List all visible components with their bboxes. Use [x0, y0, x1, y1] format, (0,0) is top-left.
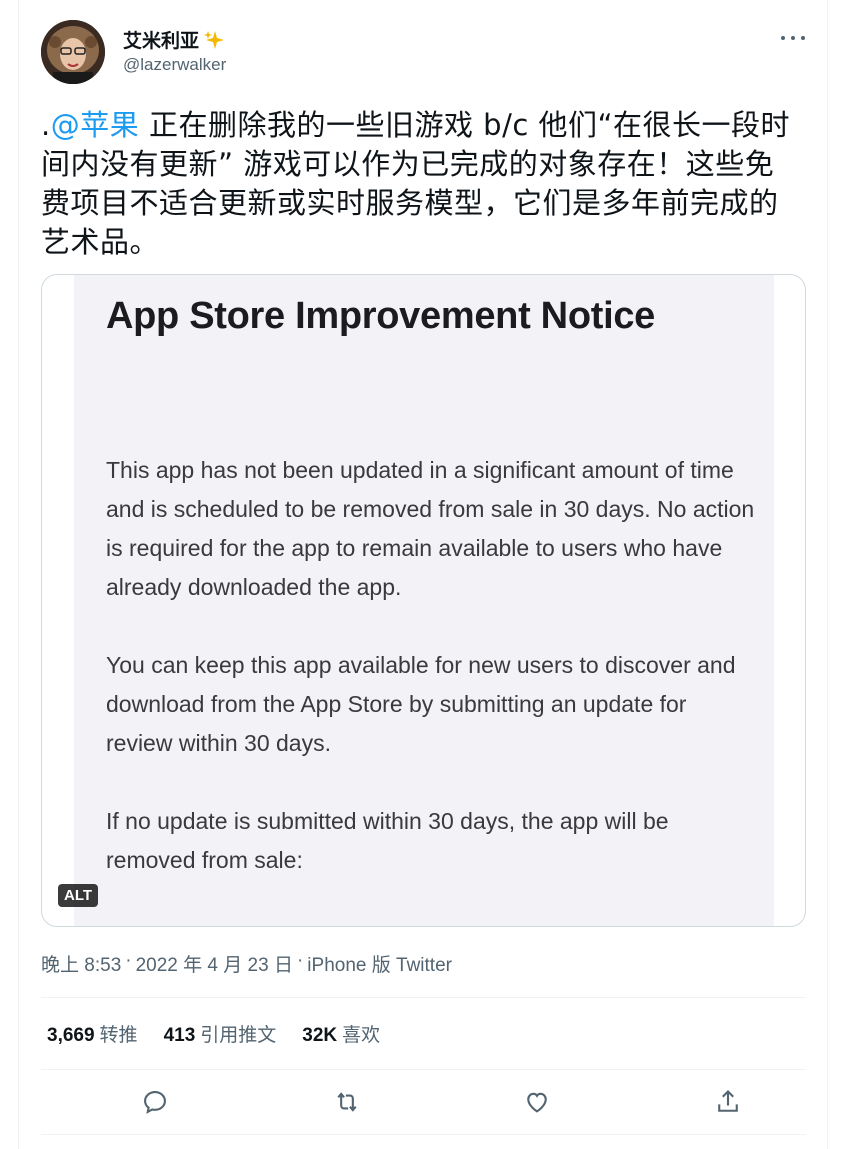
notice-screenshot: App Store Improvement Notice This app ha… — [74, 275, 774, 926]
heart-icon[interactable] — [520, 1085, 554, 1119]
stat-label: 引用推文 — [200, 1025, 277, 1046]
tweet-stats: 3,669 转推 413 引用推文 32K 喜欢 — [47, 1020, 380, 1047]
mention-link[interactable]: @苹果 — [51, 108, 140, 142]
display-name[interactable]: 艾米利亚 — [123, 26, 199, 53]
tweet-card: 艾米利亚 @lazerwalker .@苹果 正在删除我的一些旧游戏 b/c 他… — [18, 0, 828, 1149]
action-bar — [41, 1085, 806, 1119]
notice-paragraph: You can keep this app available for new … — [106, 652, 736, 756]
sparkle-icon — [203, 29, 225, 51]
more-icon[interactable] — [781, 28, 805, 48]
tweet-source[interactable]: iPhone 版 Twitter — [307, 950, 452, 977]
retweet-icon[interactable] — [330, 1085, 364, 1119]
author-name-row[interactable]: 艾米利亚 — [123, 26, 225, 53]
stat-count: 3,669 — [47, 1025, 95, 1046]
quote-count[interactable]: 413 引用推文 — [164, 1020, 277, 1047]
notice-body: This app has not been updated in a signi… — [106, 451, 756, 919]
tweet-time[interactable]: 晚上 8:53 — [41, 950, 121, 977]
tweet-text: .@苹果 正在删除我的一些旧游戏 b/c 他们“在很长一段时间内没有更新” 游戏… — [41, 106, 801, 262]
divider — [41, 1069, 806, 1070]
meta-separator: · — [125, 950, 132, 971]
tweet-body: 正在删除我的一些旧游戏 b/c 他们“在很长一段时间内没有更新” 游戏可以作为已… — [41, 108, 791, 259]
notice-paragraph: If no update is submitted within 30 days… — [106, 808, 669, 873]
like-count[interactable]: 32K 喜欢 — [302, 1020, 380, 1047]
stat-count: 413 — [163, 1025, 196, 1046]
stat-label: 喜欢 — [342, 1025, 381, 1046]
avatar[interactable] — [41, 20, 105, 84]
alt-badge[interactable]: ALT — [58, 884, 99, 907]
divider — [41, 997, 806, 998]
media-image[interactable]: App Store Improvement Notice This app ha… — [41, 274, 806, 927]
share-icon[interactable] — [711, 1085, 745, 1119]
tweet-prefix: . — [41, 108, 51, 142]
retweet-count[interactable]: 3,669 转推 — [47, 1020, 138, 1047]
tweet-date[interactable]: 2022 年 4 月 23 日 — [136, 950, 293, 977]
stat-label: 转推 — [99, 1025, 138, 1046]
stat-count: 32K — [302, 1025, 338, 1046]
notice-paragraph: This app has not been updated in a signi… — [106, 457, 755, 600]
author-handle[interactable]: @lazerwalker — [123, 55, 226, 75]
meta-separator: · — [296, 950, 304, 971]
notice-title: App Store Improvement Notice — [106, 295, 656, 337]
divider — [41, 1134, 806, 1135]
reply-icon[interactable] — [138, 1085, 172, 1119]
tweet-meta: 晚上 8:53 · 2022 年 4 月 23 日 · iPhone 版 Twi… — [41, 950, 452, 977]
